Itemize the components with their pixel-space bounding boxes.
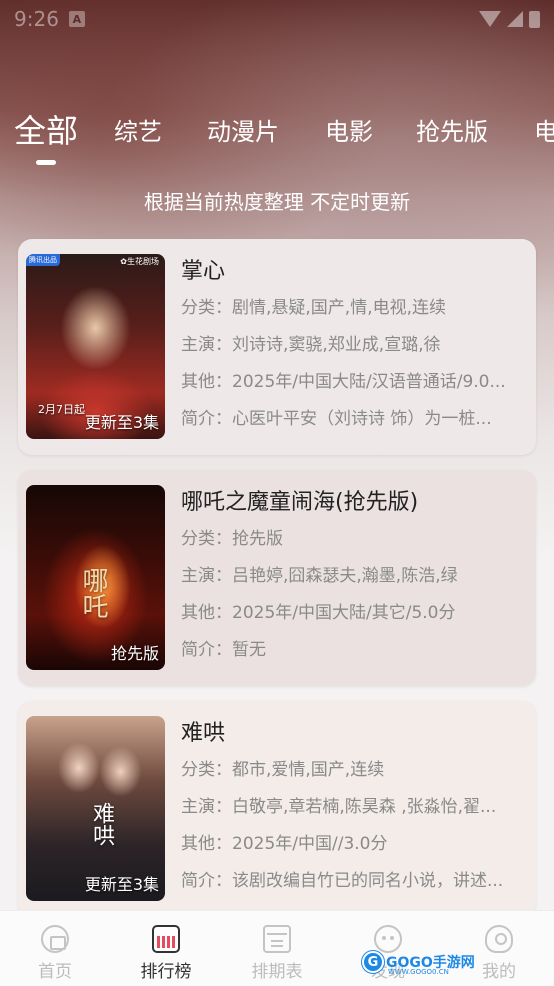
tab-movie[interactable]: 电影 [325, 112, 373, 147]
item-cast: 主演：吕艳婷,囧森瑟夫,瀚墨,陈浩,绿 [181, 558, 526, 595]
other-key: 其他： [181, 834, 232, 854]
tab-early-release[interactable]: 抢先版 [416, 112, 488, 147]
category-key: 分类： [181, 298, 232, 318]
category-key: 分类： [181, 529, 232, 549]
battery-icon [529, 10, 540, 28]
item-intro: 简介：暂无 [181, 632, 526, 669]
item-title[interactable]: 掌心 [181, 256, 526, 290]
item-category: 分类：剧情,悬疑,国产,情,电视,连续 [181, 290, 526, 327]
cast-value: 刘诗诗,窦骁,郑业成,宣璐,徐 [232, 335, 441, 355]
active-tab-indicator [36, 160, 56, 165]
category-value: 抢先版 [232, 529, 283, 549]
cast-value: 白敬亭,章若楠,陈昊森 ,张淼怡,翟... [232, 797, 497, 817]
profile-icon [485, 925, 513, 953]
other-value: 2025年/中国大陆/其它/5.0分 [232, 603, 456, 623]
watermark-logo-icon: G [362, 951, 384, 973]
item-other: 其他：2025年/中国//3.0分 [181, 826, 526, 863]
cast-key: 主演： [181, 566, 232, 586]
signal-icon [507, 11, 523, 27]
item-intro: 简介：该剧改编自竹已的同名小说，讲述... [181, 863, 526, 900]
other-key: 其他： [181, 603, 232, 623]
poster-art-title: 难哄 [89, 802, 114, 846]
cast-key: 主演： [181, 797, 232, 817]
intro-key: 简介： [181, 871, 232, 891]
wifi-icon [479, 11, 501, 27]
list-item[interactable]: 难哄 更新至3集 难哄 分类：都市,爱情,国产,连续 主演：白敬亭,章若楠,陈昊… [18, 701, 536, 917]
poster-art-title: 哪吒 [78, 567, 108, 619]
item-intro: 简介：心医叶平安（刘诗诗 饰）为一桩... [181, 401, 526, 438]
episode-badge: 更新至3集 [84, 875, 159, 894]
tab-all[interactable]: 全部 [14, 112, 78, 152]
item-title[interactable]: 哪吒之魔童闹海(抢先版) [181, 487, 526, 521]
status-time: 9:26 [14, 7, 59, 31]
tab-tv[interactable]: 电 [534, 112, 554, 147]
list-item[interactable]: 哪吒 抢先版 哪吒之魔童闹海(抢先版) 分类：抢先版 主演：吕艳婷,囧森瑟夫,瀚… [18, 470, 536, 686]
notification-icon: A [68, 11, 85, 27]
poster-date: 2月7日起 [38, 403, 85, 416]
poster-image[interactable]: 难哄 更新至3集 [26, 716, 165, 901]
status-bar: 9:26 A [0, 0, 554, 38]
item-category: 分类：都市,爱情,国产,连续 [181, 752, 526, 789]
item-cast: 主演：刘诗诗,窦骁,郑业成,宣璐,徐 [181, 327, 526, 364]
nav-label: 排期表 [251, 962, 303, 982]
intro-key: 简介： [181, 640, 232, 660]
category-value: 都市,爱情,国产,连续 [232, 760, 385, 780]
watermark: G GOGO手游网 WWW.GOGO0.CN [362, 948, 475, 976]
nav-schedule[interactable]: 排期表 [232, 911, 322, 986]
watermark-sub: WWW.GOGO0.CN [388, 968, 449, 976]
intro-value: 该剧改编自竹已的同名小说，讲述... [232, 871, 504, 891]
other-key: 其他： [181, 372, 232, 392]
item-other: 其他：2025年/中国大陆/其它/5.0分 [181, 595, 526, 632]
item-other: 其他：2025年/中国大陆/汉语普通话/9.0... [181, 364, 526, 401]
episode-badge: 抢先版 [110, 644, 159, 663]
poster-logo: ✿生花剧场 [120, 257, 159, 266]
cast-value: 吕艳婷,囧森瑟夫,瀚墨,陈浩,绿 [232, 566, 458, 586]
intro-value: 心医叶平安（刘诗诗 饰）为一桩... [232, 409, 492, 429]
category-key: 分类： [181, 760, 232, 780]
schedule-icon [263, 925, 291, 953]
poster-image[interactable]: 腾讯出品 ✿生花剧场 2月7日起 更新至3集 [26, 254, 165, 439]
category-tabs: 全部 综艺 动漫片 电影 抢先版 电 [0, 112, 554, 172]
cast-key: 主演： [181, 335, 232, 355]
other-value: 2025年/中国//3.0分 [232, 834, 388, 854]
tab-anime[interactable]: 动漫片 [207, 112, 279, 147]
ranking-subtitle: 根据当前热度整理 不定时更新 [143, 190, 411, 214]
nav-label: 排行榜 [140, 962, 192, 982]
item-category: 分类：抢先版 [181, 521, 526, 558]
nav-home[interactable]: 首页 [10, 911, 100, 986]
poster-image[interactable]: 哪吒 抢先版 [26, 485, 165, 670]
other-value: 2025年/中国大陆/汉语普通话/9.0... [232, 372, 506, 392]
home-icon [41, 925, 69, 953]
nav-label: 首页 [38, 962, 72, 982]
intro-key: 简介： [181, 409, 232, 429]
nav-ranking[interactable]: 排行榜 [121, 911, 211, 986]
category-value: 剧情,悬疑,国产,情,电视,连续 [232, 298, 447, 318]
intro-value: 暂无 [232, 640, 266, 660]
poster-badge: 腾讯出品 [26, 254, 60, 266]
item-title[interactable]: 难哄 [181, 718, 526, 752]
episode-badge: 更新至3集 [84, 413, 159, 432]
list-item[interactable]: 腾讯出品 ✿生花剧场 2月7日起 更新至3集 掌心 分类：剧情,悬疑,国产,情,… [18, 239, 536, 455]
ranking-icon [152, 925, 180, 953]
item-cast: 主演：白敬亭,章若楠,陈昊森 ,张淼怡,翟... [181, 789, 526, 826]
tab-variety[interactable]: 综艺 [114, 112, 162, 147]
nav-label: 我的 [482, 962, 516, 982]
